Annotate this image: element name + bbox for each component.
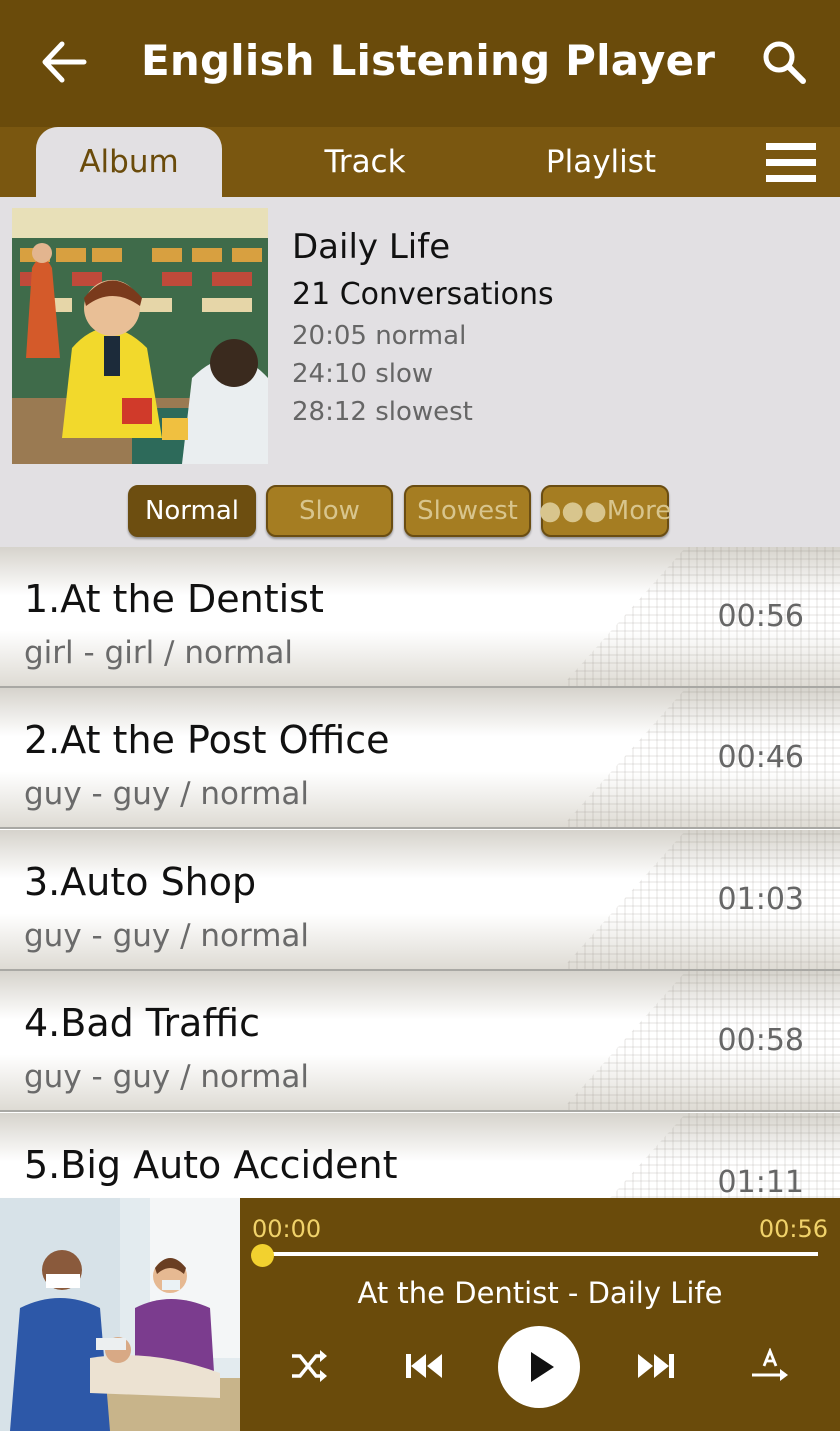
elapsed-time: 00:00: [252, 1215, 322, 1243]
track-row[interactable]: 2.At the Post Office guy - guy / normal …: [0, 688, 840, 829]
track-duration: 01:03: [717, 882, 804, 917]
track-speakers: girl - girl / normal: [24, 635, 293, 671]
track-title: 4.Bad Traffic: [24, 1001, 260, 1045]
play-icon: [531, 1352, 554, 1382]
seek-thumb[interactable]: [251, 1244, 274, 1267]
album-duration-slowest: 28:12 slowest: [292, 397, 473, 427]
total-time: 00:56: [758, 1215, 828, 1243]
album-duration-normal: 20:05 normal: [292, 321, 467, 351]
next-icon[interactable]: [636, 1349, 676, 1383]
track-duration: 01:11: [717, 1165, 804, 1198]
speed-slow-button[interactable]: Slow: [266, 485, 393, 537]
previous-icon[interactable]: [404, 1349, 444, 1383]
back-arrow-icon[interactable]: [40, 40, 90, 84]
seek-bar[interactable]: [262, 1252, 818, 1256]
track-row[interactable]: 5.Big Auto Accident 01:11: [0, 1113, 840, 1198]
album-track-count: 21 Conversations: [292, 277, 554, 312]
tab-album[interactable]: Album: [36, 127, 222, 197]
album-name: Daily Life: [292, 227, 451, 267]
track-speakers: guy - guy / normal: [24, 918, 310, 954]
track-title: 1.At the Dentist: [24, 577, 324, 621]
track-row[interactable]: 3.Auto Shop guy - guy / normal 01:03: [0, 830, 840, 971]
track-title: 3.Auto Shop: [24, 860, 257, 904]
track-duration: 00:58: [717, 1023, 804, 1058]
more-speeds-button[interactable]: ●●●More: [539, 485, 671, 537]
tab-track[interactable]: Track: [272, 127, 458, 197]
album-duration-slow: 24:10 slow: [292, 359, 434, 389]
mini-player: 00:00 00:56 At the Dentist - Daily Life: [0, 1198, 840, 1431]
app-title: English Listening Player: [141, 36, 716, 85]
now-playing-title: At the Dentist - Daily Life: [357, 1276, 723, 1310]
track-title: 5.Big Auto Accident: [24, 1143, 398, 1187]
track-duration: 00:46: [717, 740, 804, 775]
album-info: Daily Life 21 Conversations 20:05 normal…: [0, 197, 840, 547]
track-row[interactable]: 1.At the Dentist girl - girl / normal 00…: [0, 547, 840, 688]
track-row[interactable]: 4.Bad Traffic guy - guy / normal 00:58: [0, 971, 840, 1112]
app-bar: English Listening Player: [0, 0, 840, 127]
shuffle-icon[interactable]: [288, 1346, 330, 1386]
tab-bar: Album Track Playlist: [0, 127, 840, 197]
hamburger-menu-icon[interactable]: [764, 141, 818, 185]
track-duration: 00:56: [717, 599, 804, 634]
track-title: 2.At the Post Office: [24, 718, 390, 762]
speed-slowest-button[interactable]: Slowest: [404, 485, 531, 537]
album-cover-image: [12, 208, 268, 464]
track-speakers: guy - guy / normal: [24, 1059, 310, 1095]
tab-playlist[interactable]: Playlist: [508, 127, 694, 197]
now-playing-thumbnail: [0, 1198, 240, 1431]
track-speakers: guy - guy / normal: [24, 776, 310, 812]
text-display-icon[interactable]: [750, 1348, 790, 1384]
search-icon[interactable]: [760, 38, 808, 86]
track-list: 1.At the Dentist girl - girl / normal 00…: [0, 547, 840, 1198]
speed-normal-button[interactable]: Normal: [128, 485, 256, 537]
play-button[interactable]: [498, 1326, 580, 1408]
